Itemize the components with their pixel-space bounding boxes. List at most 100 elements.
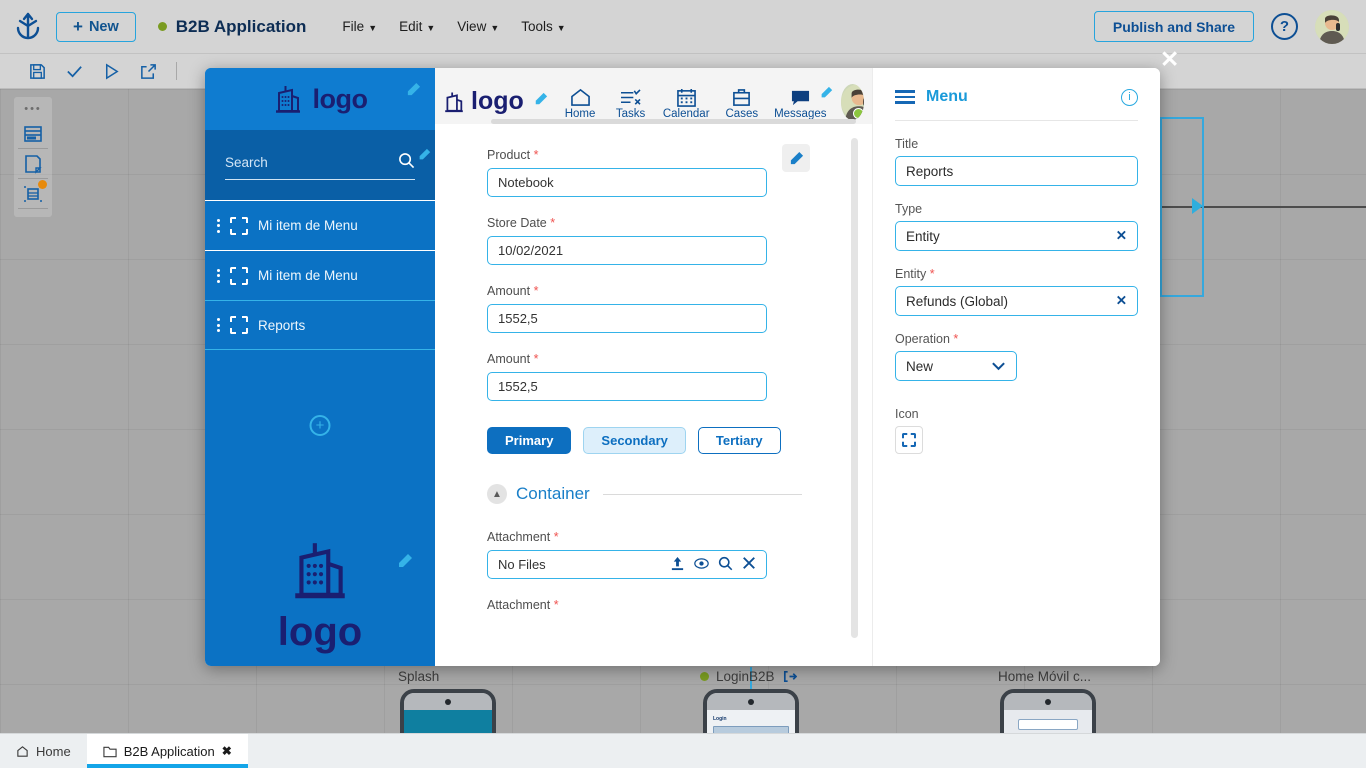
phone-mockup-splash[interactable] [400, 689, 496, 733]
menu-tools[interactable]: Tools ▼ [521, 19, 565, 34]
form-body: Product * Notebook Store Date * 10/02/20… [435, 124, 872, 666]
amount-2-value: 1552,5 [498, 379, 538, 394]
search-icon[interactable] [398, 152, 415, 172]
field-store-date: Store Date * 10/02/2021 [487, 216, 842, 265]
nav-tasks[interactable]: Tasks [612, 88, 649, 120]
selection-box[interactable] [1160, 117, 1204, 297]
clear-icon[interactable] [742, 556, 756, 573]
export-icon[interactable] [139, 62, 158, 81]
screen-label-home-movil: Home Móvil c... [998, 669, 1091, 684]
publish-and-share-button[interactable]: Publish and Share [1093, 11, 1254, 42]
play-icon[interactable] [102, 62, 121, 81]
amount-2-input[interactable]: 1552,5 [487, 372, 767, 401]
pencil-icon[interactable] [820, 86, 833, 102]
help-icon[interactable]: ? [1271, 13, 1298, 40]
online-status-dot [853, 108, 864, 119]
bottom-tab-bar: Home B2B Application ✖ [0, 733, 1366, 768]
sidebar-item-0[interactable]: Mi item de Menu [205, 200, 435, 250]
close-icon[interactable]: ✕ [1160, 48, 1179, 71]
plus-icon: + [73, 17, 83, 36]
label-text: Entity [895, 267, 927, 281]
search-icon[interactable] [718, 556, 733, 574]
add-menu-item-button[interactable]: + [309, 415, 331, 436]
secondary-button[interactable]: Secondary [583, 427, 686, 454]
toolbar-divider [176, 62, 177, 80]
container-title: Container [516, 484, 590, 503]
upload-icon[interactable] [670, 556, 685, 574]
save-icon[interactable] [28, 62, 47, 81]
drag-handle-icon[interactable] [217, 218, 220, 233]
amount-1-input[interactable]: 1552,5 [487, 304, 767, 333]
eye-icon[interactable] [694, 556, 709, 574]
nav-messages[interactable]: Messages [774, 86, 832, 120]
tab-home[interactable]: Home [0, 734, 87, 768]
tab-b2b-application[interactable]: B2B Application ✖ [86, 734, 248, 768]
pencil-icon[interactable] [534, 92, 548, 111]
avatar[interactable] [1315, 9, 1349, 44]
pencil-icon[interactable] [406, 82, 421, 102]
clear-icon[interactable]: ✕ [1116, 228, 1127, 244]
attachment-1-value: No Files [498, 557, 546, 572]
entity-input[interactable]: Refunds (Global) ✕ [895, 286, 1138, 316]
icon-picker-button[interactable] [895, 426, 923, 454]
store-date-input[interactable]: 10/02/2021 [487, 236, 767, 265]
phone-mockup-home-movil[interactable]: You used years of hotspot tool [1000, 689, 1096, 733]
page-icon[interactable] [18, 149, 48, 179]
chevron-up-icon[interactable]: ▲ [487, 484, 507, 504]
sidebar-item-1[interactable]: Mi item de Menu [205, 250, 435, 300]
dashed-square-icon [230, 216, 248, 235]
nav-home[interactable]: Home [562, 88, 599, 120]
drag-handle[interactable]: ••• [24, 103, 42, 115]
menu-edit[interactable]: Edit ▼ [399, 19, 435, 34]
property-entity-label: Entity * [895, 267, 1138, 281]
nav-calendar[interactable]: Calendar [663, 88, 710, 120]
menu-bar: File ▼ Edit ▼ View ▼ Tools ▼ [342, 19, 565, 34]
required-marker: * [553, 530, 559, 544]
phone-mockup-login[interactable]: Login [703, 689, 799, 733]
layout-panel-icon[interactable] [18, 119, 48, 149]
tab-home-label: Home [36, 743, 71, 759]
property-icon-label: Icon [895, 407, 919, 421]
pencil-icon[interactable] [397, 553, 413, 574]
dashed-square-icon [230, 266, 248, 285]
product-input[interactable]: Notebook [487, 168, 767, 197]
menu-file[interactable]: File ▼ [342, 19, 377, 34]
product-value: Notebook [498, 175, 554, 190]
pencil-icon[interactable] [418, 148, 431, 164]
primary-button[interactable]: Primary [487, 427, 572, 454]
search-input[interactable]: Search [225, 148, 431, 180]
new-button[interactable]: + New [56, 11, 136, 42]
notification-badge [38, 180, 47, 189]
operation-select[interactable]: New [895, 351, 1017, 381]
component-icon[interactable] [18, 179, 48, 209]
property-type: Type Entity ✕ [895, 202, 1138, 251]
mini-field [713, 726, 789, 733]
required-marker: * [953, 332, 959, 346]
sidebar-item-reports[interactable]: Reports [205, 300, 435, 350]
check-icon[interactable] [65, 62, 84, 81]
nav-cases[interactable]: Cases [724, 88, 761, 120]
anchor-logo-icon[interactable] [0, 12, 56, 42]
hamburger-icon[interactable] [895, 90, 915, 104]
clear-icon[interactable]: ✕ [1116, 293, 1127, 309]
required-marker: * [533, 352, 539, 366]
type-input[interactable]: Entity ✕ [895, 221, 1138, 251]
screen-label-text: Splash [398, 669, 440, 684]
title-input[interactable]: Reports [895, 156, 1138, 186]
menu-view[interactable]: View ▼ [457, 19, 499, 34]
info-icon[interactable]: i [1121, 88, 1138, 106]
status-dot [157, 22, 167, 31]
drag-handle-icon[interactable] [217, 318, 220, 332]
tertiary-button[interactable]: Tertiary [697, 427, 781, 454]
preview-sidebar: logo Search Mi item de Menu Mi item de M… [205, 68, 435, 666]
avatar[interactable] [840, 84, 864, 120]
close-icon[interactable]: ✖ [222, 744, 232, 758]
field-amount-1-label: Amount * [487, 284, 842, 298]
edit-form-button[interactable] [782, 144, 810, 172]
form-scrollbar[interactable] [851, 138, 858, 638]
drag-handle-icon[interactable] [217, 268, 220, 283]
camera-icon [445, 698, 451, 705]
section-divider [602, 493, 802, 495]
attachment-1-input[interactable]: No Files [487, 550, 767, 579]
operation-value: New [906, 358, 934, 374]
